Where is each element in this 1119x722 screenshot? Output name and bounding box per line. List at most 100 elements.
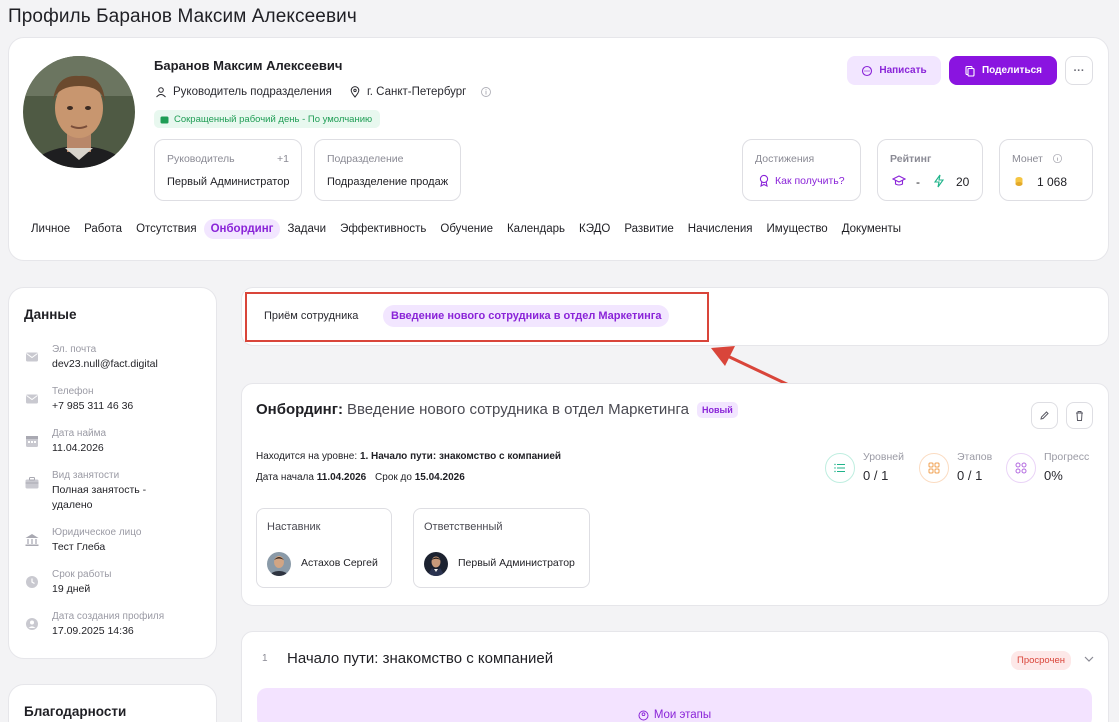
data-field-value-cont: удалено [52, 499, 93, 511]
achievements-link-row[interactable]: Как получить? [758, 174, 845, 187]
data-field-value: dev23.null@fact.digital [52, 358, 158, 370]
stages-stat-icon [919, 453, 949, 483]
bank-icon [24, 532, 40, 548]
data-field-value: 17.09.2025 14:36 [52, 625, 134, 637]
city-line: г. Санкт-Петербург [349, 86, 492, 98]
department-box[interactable]: Подразделение Подразделение продаж [314, 139, 461, 201]
onboarding-status-badge: Новый [697, 401, 738, 418]
graduation-cap-icon [892, 175, 906, 186]
data-field-label: Телефон [52, 386, 94, 397]
calendar-icon [160, 116, 169, 123]
coins-value: 1 068 [1037, 175, 1068, 189]
responsible-box[interactable]: Ответственный Первый Администратор [413, 508, 590, 588]
location-icon [350, 86, 360, 98]
tab-10[interactable]: Начисления [681, 219, 760, 239]
tab-2[interactable]: Отсутствия [129, 219, 204, 239]
medal-icon [759, 174, 769, 187]
avatar [23, 56, 135, 168]
briefcase-icon [24, 475, 40, 491]
due-label: Срок до [375, 472, 412, 483]
stage-status-badge: Просрочен [1011, 651, 1071, 670]
tab-4[interactable]: Задачи [280, 219, 333, 239]
edit-button[interactable] [1031, 402, 1058, 429]
share-icon [965, 65, 975, 77]
mentor-label: Наставник [267, 521, 321, 533]
info-icon[interactable] [1052, 153, 1063, 164]
start-label: Дата начала [256, 472, 314, 483]
tab-11[interactable]: Имущество [760, 219, 835, 239]
manager-label: Руководитель [167, 153, 235, 165]
stage-number: 1 [262, 653, 268, 664]
lightning-icon [933, 174, 945, 188]
responsible-avatar [424, 552, 448, 576]
schedule-badge: Сокращенный рабочий день - По умолчанию [154, 110, 381, 128]
my-stages-button[interactable]: Мои этапы [257, 688, 1092, 722]
responsible-label: Ответственный [424, 521, 503, 533]
onboarding-title-prefix: Онбординг: [256, 401, 343, 418]
onboarding-title-text: Введение нового сотрудника в отдел Марке… [347, 401, 690, 418]
data-field-5: Срок работы 19 дней [24, 568, 111, 597]
employee-name: Баранов Максим Алексеевич [154, 58, 343, 73]
mail-icon [24, 349, 40, 365]
delete-button[interactable] [1066, 402, 1093, 429]
my-stages-label: Мои этапы [653, 709, 712, 721]
tab-0[interactable]: Личное [24, 219, 77, 239]
stage-title: Начало пути: знакомство с компанией [287, 650, 554, 667]
due-value: 15.04.2026 [414, 472, 465, 483]
data-field-label: Юридическое лицо [52, 527, 142, 538]
achievements-box[interactable]: Достижения Как получить? [742, 139, 861, 201]
write-button[interactable]: Написать [847, 56, 941, 85]
data-field-value: 19 дней [52, 583, 91, 595]
data-field-1: Телефон +7 985 311 46 36 [24, 385, 133, 414]
more-button[interactable]: ··· [1065, 56, 1093, 85]
tab-3[interactable]: Онбординг [203, 219, 281, 239]
data-card: Данные Эл. почта dev23.null@fact.digital Т… [8, 287, 217, 659]
tab-1[interactable]: Работа [77, 219, 129, 239]
rating-box: Рейтинг - 20 [877, 139, 983, 201]
progress-stat-label: Прогресс [1044, 451, 1090, 463]
levels-stat-label: Уровней [863, 451, 904, 463]
write-label: Написать [879, 65, 927, 76]
data-field-3: Вид занятости Полная занятость - удалено [24, 469, 146, 513]
chat-icon [862, 65, 873, 76]
manager-value: Первый Администратор [167, 176, 290, 188]
data-field-label: Срок работы [52, 569, 112, 580]
onboarding-title: Онбординг: Введение нового сотрудника в … [256, 401, 738, 418]
data-field-2: Дата найма 11.04.2026 [24, 427, 106, 456]
page-title: Профиль Баранов Максим Алексеевич [8, 6, 357, 27]
coins-icon [1015, 177, 1023, 186]
level-line: Находится на уровне: 1. Начало пути: зна… [256, 451, 561, 462]
tab-12[interactable]: Документы [835, 219, 908, 239]
data-field-6: Дата создания профиля 17.09.2025 14:36 [24, 610, 164, 639]
progress-stat-value: 0% [1044, 468, 1063, 483]
department-label: Подразделение [327, 153, 404, 165]
coins-box: Монет 1 068 [999, 139, 1093, 201]
pencil-icon [1040, 411, 1049, 420]
clock-icon [24, 574, 40, 590]
calendar-icon [24, 433, 40, 449]
user-clock-icon [24, 616, 40, 632]
tab-5[interactable]: Эффективность [333, 219, 433, 239]
achievements-label: Достижения [755, 153, 815, 165]
chevron-down-icon[interactable] [1084, 656, 1094, 663]
share-button[interactable]: Поделиться [949, 56, 1057, 85]
rating-label: Рейтинг [890, 153, 932, 165]
data-field-label: Эл. почта [52, 344, 97, 355]
info-icon[interactable] [480, 86, 492, 98]
phone-icon [24, 391, 40, 407]
user-icon [156, 87, 166, 98]
start-value: 11.04.2026 [316, 472, 367, 483]
level-label: Находится на уровне: [256, 451, 358, 462]
data-field-value: +7 985 311 46 36 [52, 400, 134, 412]
tab-8[interactable]: КЭДО [572, 219, 617, 239]
profile-tabs: Личное Работа Отсутствия Онбординг Задачи Эфф… [24, 219, 908, 239]
tab-7[interactable]: Календарь [500, 219, 572, 239]
manager-box[interactable]: Руководитель +1 Первый Администратор [154, 139, 302, 201]
tab-9[interactable]: Развитие [617, 219, 680, 239]
tab-6[interactable]: Обучение [433, 219, 500, 239]
highlight-box [245, 292, 709, 342]
mentor-box[interactable]: Наставник Астахов Сергей [256, 508, 392, 588]
data-field-label: Вид занятости [52, 470, 120, 481]
responsible-name: Первый Администратор [458, 557, 575, 569]
achievements-link[interactable]: Как получить? [775, 175, 845, 187]
